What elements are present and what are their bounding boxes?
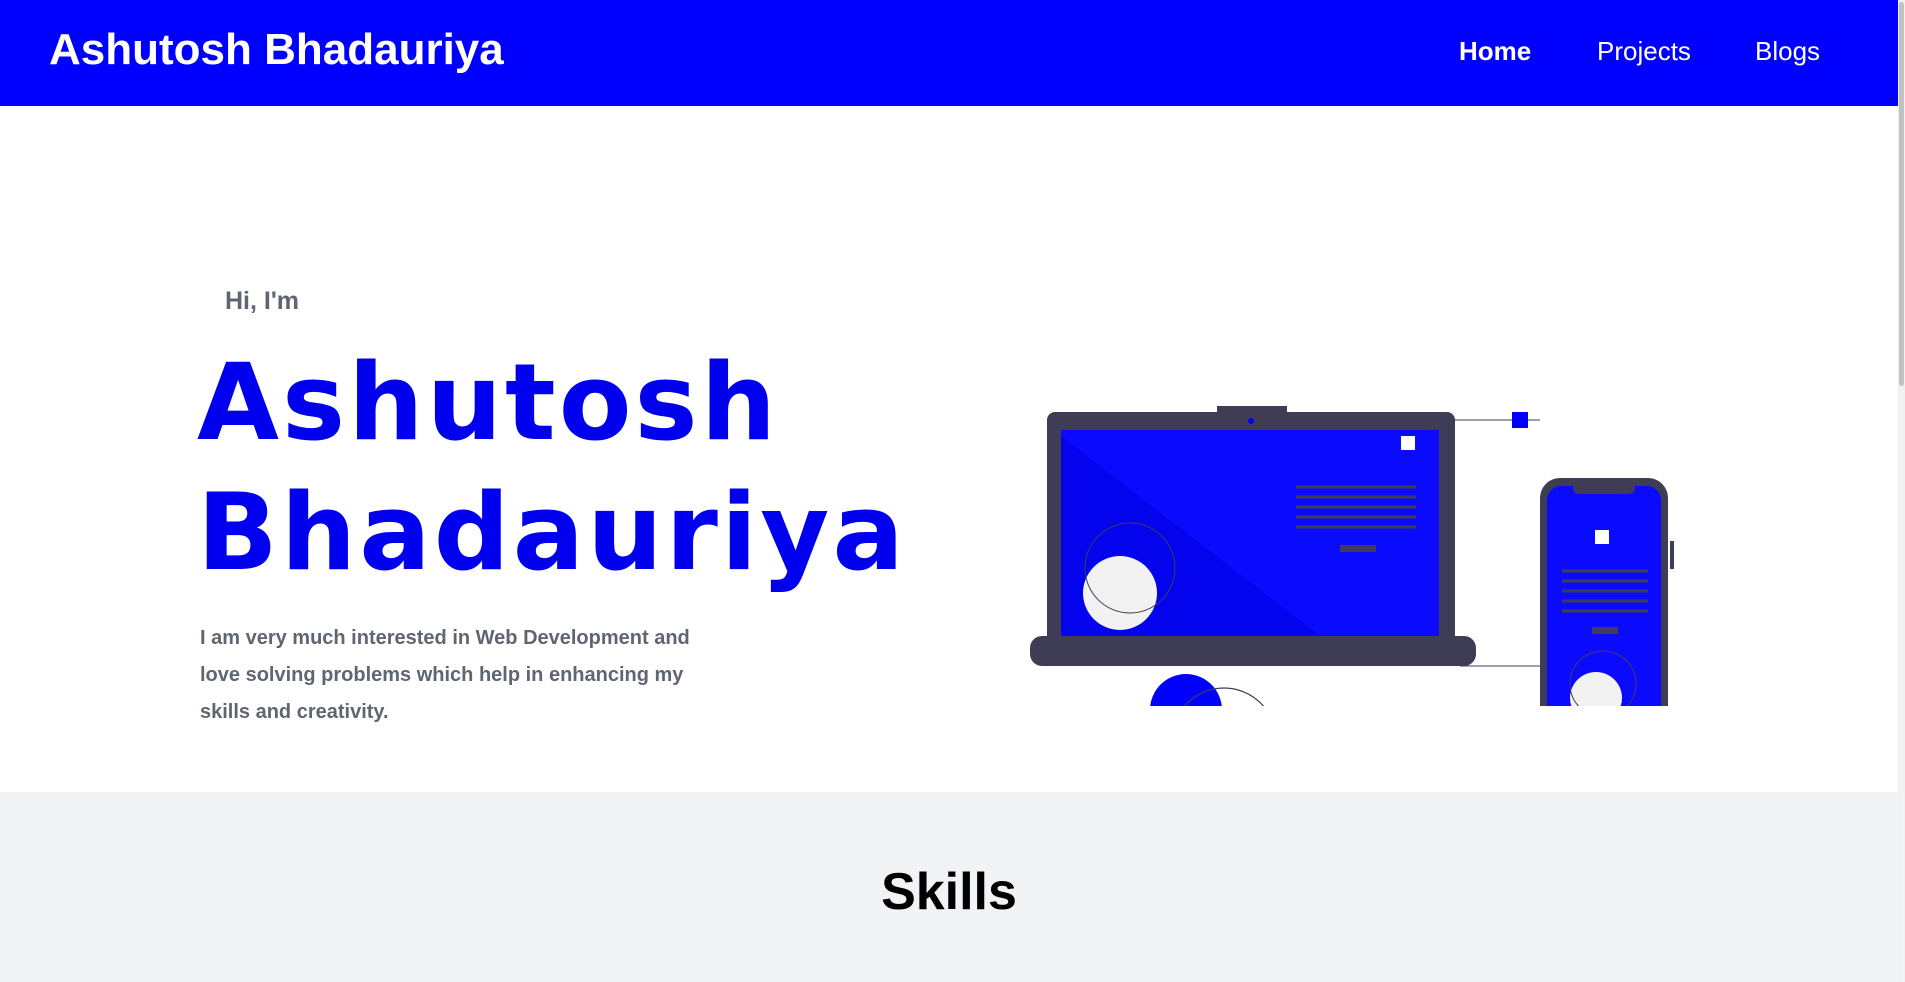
brand-logo-link[interactable]: Ashutosh Bhadauriya (49, 24, 504, 76)
scrollbar-thumb[interactable] (1899, 2, 1904, 386)
laptop-and-phone-illustration-icon (1030, 406, 1674, 706)
nav-link-blogs[interactable]: Blogs (1755, 35, 1820, 67)
hero-greeting: Hi, I'm (225, 287, 300, 315)
navbar: Ashutosh Bhadauriya Home Projects Blogs (0, 0, 1898, 106)
skills-section: Skills (0, 792, 1898, 982)
vertical-scrollbar[interactable] (1898, 0, 1905, 982)
nav-link-projects[interactable]: Projects (1597, 35, 1691, 67)
page: Ashutosh Bhadauriya Home Projects Blogs … (0, 0, 1905, 982)
hero-name-last: Bhadauriya (197, 471, 907, 594)
skills-title: Skills (881, 863, 1017, 921)
hero-description: I am very much interested in Web Develop… (200, 627, 690, 723)
nav-link-home[interactable]: Home (1459, 35, 1531, 67)
hero-name-first: Ashutosh (197, 341, 780, 464)
hero-name: Ashutosh Bhadauriya (197, 338, 904, 598)
hero-section: Hi, I'm Ashutosh Bhadauriya I am very mu… (0, 106, 1898, 792)
